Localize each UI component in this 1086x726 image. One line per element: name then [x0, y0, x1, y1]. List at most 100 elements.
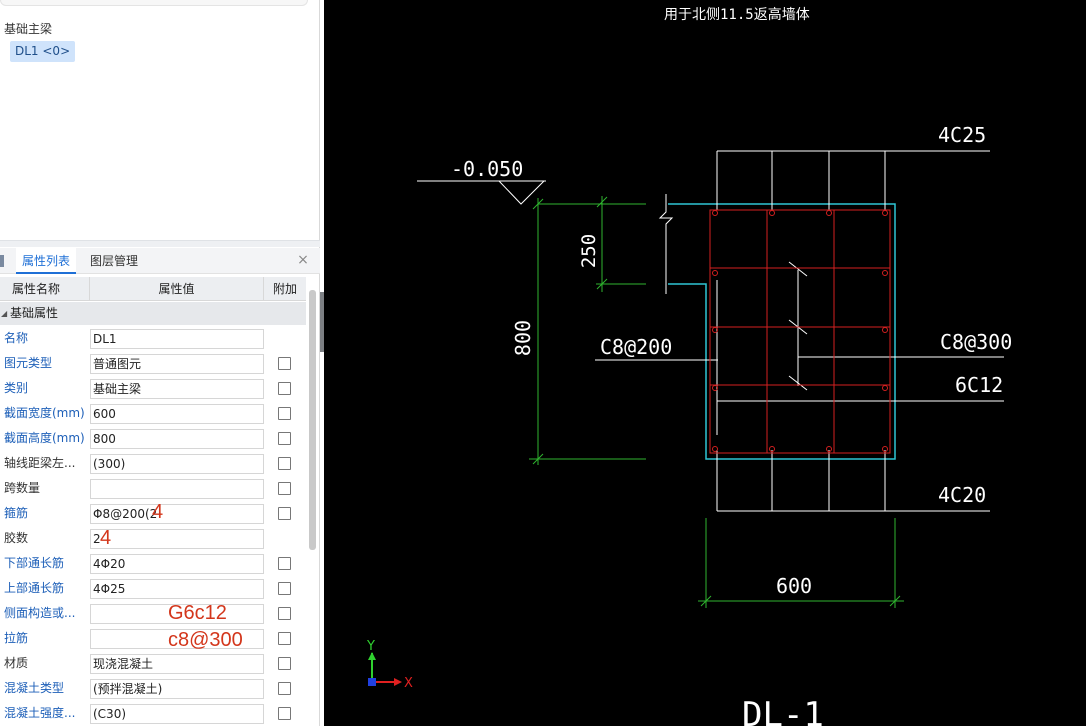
dimension-step: 250 — [578, 234, 600, 268]
property-name: 混凝土类型 — [4, 681, 65, 695]
label-bottom-bars: 4C20 — [938, 483, 986, 507]
property-extra-checkbox[interactable] — [278, 632, 291, 645]
property-value-input[interactable]: 2 — [90, 529, 264, 549]
property-extra-checkbox[interactable] — [278, 682, 291, 695]
property-name: 拉筋 — [4, 631, 29, 645]
property-name: 胶数 — [4, 531, 29, 545]
properties-sidebar: 基础主梁 DL1 <0> 属性列表 图层管理 × 属性名称 属性值 附加 ◢ 基… — [0, 0, 320, 726]
property-scrollbar[interactable] — [309, 290, 316, 550]
pin-icon[interactable] — [0, 254, 10, 268]
component-group-title: 基础主梁 — [4, 22, 53, 36]
property-name: 类别 — [4, 381, 29, 395]
label-stirrup: C8@200 — [600, 335, 672, 359]
property-extra-checkbox[interactable] — [278, 582, 291, 595]
property-name: 跨数量 — [4, 481, 41, 495]
dimension-height: 800 — [511, 320, 535, 356]
property-value-input[interactable]: (预拌混凝土) — [90, 679, 264, 699]
property-row: 类别 基础主梁 — [0, 376, 306, 401]
section-label: 基础属性 — [10, 306, 59, 320]
property-name: 图元类型 — [4, 356, 53, 370]
property-extra-checkbox[interactable] — [278, 407, 291, 420]
component-item-dl1[interactable]: DL1 <0> — [10, 41, 76, 62]
property-value-input[interactable]: (C30) — [90, 704, 264, 724]
property-row: 材质 现浇混凝土 — [0, 651, 306, 676]
beam-section-drawing: 用于北侧11.5返高墙体 -0.050 800 250 4C25 4C20 C8… — [366, 6, 1012, 726]
concrete-outline — [668, 203, 896, 460]
property-name: 混凝土强度... — [4, 706, 76, 720]
break-line — [658, 194, 674, 294]
property-name: 轴线距梁左... — [4, 456, 76, 470]
property-value-input[interactable]: 800 — [90, 429, 264, 449]
property-extra-checkbox[interactable] — [278, 457, 291, 470]
property-value-input[interactable]: 现浇混凝土 — [90, 654, 264, 674]
dimension-width: 600 — [776, 574, 812, 598]
property-row: 截面宽度(mm) 600 — [0, 401, 306, 426]
property-table-header: 属性名称 属性值 附加 — [0, 277, 306, 301]
property-value-input[interactable]: 4Φ20 — [90, 554, 264, 574]
property-extra-checkbox[interactable] — [278, 657, 291, 670]
elevation-triangle — [498, 180, 545, 205]
collapse-caret-icon[interactable]: ◢ — [1, 302, 7, 325]
panel-tab-bar: 属性列表 图层管理 × — [0, 248, 320, 274]
column-header-value: 属性值 — [90, 277, 264, 301]
property-row: 拉筋 — [0, 626, 306, 651]
annotation-side-bars: G6c12 — [168, 602, 227, 624]
component-list-box — [0, 0, 308, 6]
property-value-input[interactable]: Φ8@200(2 — [90, 504, 264, 524]
property-extra-checkbox[interactable] — [278, 507, 291, 520]
cad-canvas[interactable]: 用于北侧11.5返高墙体 -0.050 800 250 4C25 4C20 C8… — [324, 0, 1086, 726]
axis-y-label: Y — [366, 639, 375, 654]
property-extra-checkbox[interactable] — [278, 557, 291, 570]
label-tie: C8@300 — [940, 330, 1012, 354]
property-value-input[interactable]: 4Φ25 — [90, 579, 264, 599]
property-extra-checkbox[interactable] — [278, 382, 291, 395]
property-value-input[interactable] — [90, 479, 264, 499]
axis-x-label: X — [404, 676, 413, 691]
property-row: 混凝土强度... (C30) — [0, 701, 306, 726]
property-value-input[interactable]: 600 — [90, 404, 264, 424]
property-name: 截面高度(mm) — [4, 431, 85, 445]
ucs-axis-icon: Y X — [366, 639, 413, 691]
annotation-stirrup-legs: 4 — [152, 501, 164, 523]
property-value-input[interactable]: 普通图元 — [90, 354, 264, 374]
property-name: 材质 — [4, 656, 29, 670]
property-value-input[interactable]: 基础主梁 — [90, 379, 264, 399]
property-extra-checkbox[interactable] — [278, 482, 291, 495]
property-row: 胶数 2 — [0, 526, 306, 551]
property-name: 箍筋 — [4, 506, 29, 520]
property-row: 图元类型 普通图元 — [0, 351, 306, 376]
property-row: 侧面构造或... — [0, 601, 306, 626]
property-name: 名称 — [4, 331, 29, 345]
property-value-input[interactable]: DL1 — [90, 329, 264, 349]
property-extra-checkbox[interactable] — [278, 607, 291, 620]
property-extra-checkbox[interactable] — [278, 707, 291, 720]
column-header-name: 属性名称 — [0, 277, 90, 301]
label-top-bars: 4C25 — [938, 123, 986, 147]
drawing-note: 用于北侧11.5返高墙体 — [664, 6, 810, 23]
elevation-text: -0.050 — [451, 157, 523, 181]
property-name: 截面宽度(mm) — [4, 406, 85, 420]
close-icon[interactable]: × — [296, 253, 310, 267]
property-extra-checkbox[interactable] — [278, 432, 291, 445]
label-side-bars: 6C12 — [955, 373, 1003, 397]
property-name: 下部通长筋 — [4, 556, 65, 570]
property-row: 轴线距梁左... (300) — [0, 451, 306, 476]
property-row: 名称 DL1 — [0, 326, 306, 351]
section-basic-properties[interactable]: ◢ 基础属性 — [0, 302, 306, 325]
outer-stirrup — [709, 209, 891, 454]
property-row: 下部通长筋 4Φ20 — [0, 551, 306, 576]
property-row: 跨数量 — [0, 476, 306, 501]
annotation-legs: 4 — [100, 527, 112, 549]
property-name: 上部通长筋 — [4, 581, 65, 595]
property-value-input[interactable]: (300) — [90, 454, 264, 474]
tab-layers[interactable]: 图层管理 — [84, 248, 144, 274]
annotation-tie-bars: c8@300 — [168, 629, 243, 651]
property-extra-checkbox[interactable] — [278, 357, 291, 370]
property-name: 侧面构造或... — [4, 606, 76, 620]
property-row: 混凝土类型 (预拌混凝土) — [0, 676, 306, 701]
property-row: 截面高度(mm) 800 — [0, 426, 306, 451]
panel-splitter[interactable] — [0, 240, 320, 247]
tab-properties[interactable]: 属性列表 — [16, 248, 77, 274]
property-row: 上部通长筋 4Φ25 — [0, 576, 306, 601]
column-header-extra: 附加 — [272, 282, 297, 296]
